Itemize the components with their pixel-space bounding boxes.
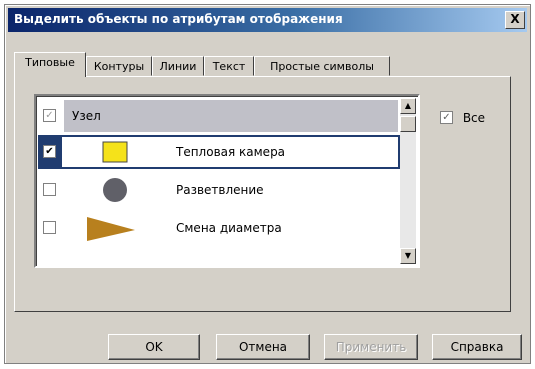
list-header-row[interactable]: ✓ Узел bbox=[38, 98, 400, 134]
row-label: Смена диаметра bbox=[176, 221, 282, 235]
all-checkbox-label: Все bbox=[462, 110, 486, 125]
dialog-title: Выделить объекты по атрибутам отображени… bbox=[14, 12, 343, 26]
list-item[interactable]: ✔ Тепловая камера bbox=[38, 134, 400, 170]
tab-lines[interactable]: Линии bbox=[152, 56, 204, 76]
scroll-down-icon[interactable]: ▼ bbox=[400, 248, 416, 264]
row-label: Разветвление bbox=[176, 183, 264, 197]
help-button[interactable]: Справка bbox=[432, 334, 522, 360]
tab-typical[interactable]: Типовые bbox=[14, 52, 86, 77]
brown-triangle-icon bbox=[87, 217, 135, 241]
list-item[interactable]: Разветвление bbox=[38, 172, 400, 208]
header-checkbox[interactable]: ✓ bbox=[43, 109, 56, 122]
list-scrollbar[interactable]: ▲ ▼ bbox=[400, 98, 416, 264]
apply-button[interactable]: Применить bbox=[324, 334, 418, 360]
symbol-list[interactable]: ✓ Узел ✔ Тепловая камера Разветвление См… bbox=[34, 94, 420, 268]
all-checkbox[interactable]: ✓ Все bbox=[440, 110, 485, 125]
all-checkbox-box[interactable]: ✓ bbox=[440, 111, 453, 124]
tab-text[interactable]: Текст bbox=[204, 56, 254, 76]
title-bar[interactable]: Выделить объекты по атрибутам отображени… bbox=[8, 8, 527, 32]
row-checkbox[interactable] bbox=[43, 221, 56, 234]
tab-simple-symbols[interactable]: Простые символы bbox=[254, 56, 390, 76]
gray-circle-icon bbox=[103, 178, 127, 202]
row-checkbox[interactable] bbox=[43, 183, 56, 196]
tab-contours[interactable]: Контуры bbox=[86, 56, 152, 76]
row-checkbox[interactable]: ✔ bbox=[43, 145, 56, 158]
yellow-square-icon bbox=[102, 141, 128, 163]
list-item[interactable]: Смена диаметра bbox=[38, 210, 400, 246]
ok-button[interactable]: OK bbox=[108, 334, 200, 360]
row-label: Тепловая камера bbox=[176, 145, 286, 159]
scroll-up-icon[interactable]: ▲ bbox=[400, 98, 416, 114]
close-button[interactable]: X bbox=[505, 11, 525, 29]
header-label: Узел bbox=[72, 109, 101, 123]
scroll-thumb[interactable] bbox=[400, 116, 416, 132]
cancel-button[interactable]: Отмена bbox=[216, 334, 310, 360]
header-cell bbox=[64, 100, 398, 132]
